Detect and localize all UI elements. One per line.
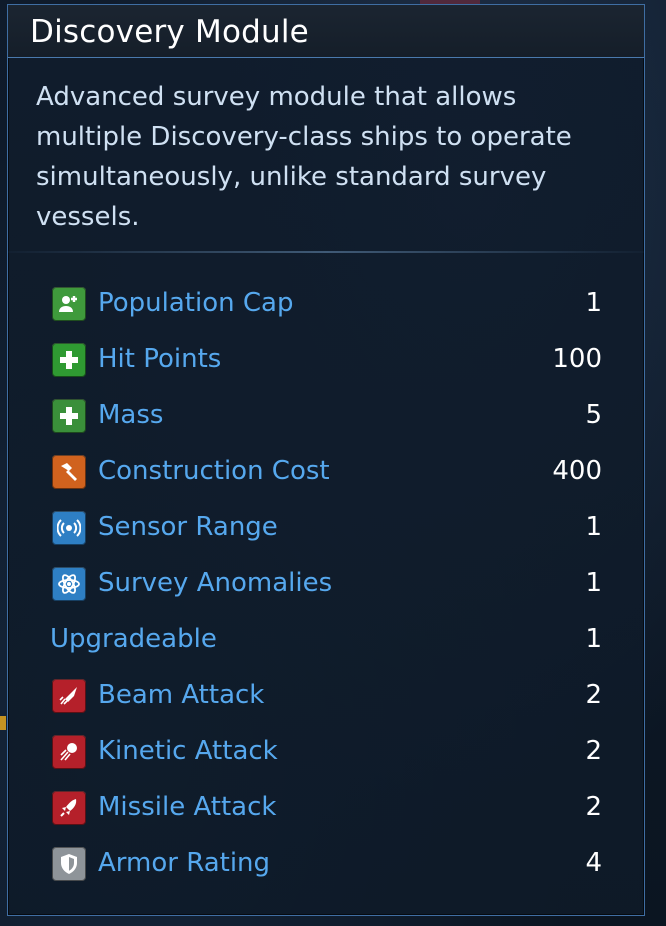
stat-label: Beam Attack [98,680,265,710]
tooltip-panel: Discovery Module Advanced survey module … [7,4,645,916]
tooltip-description: Advanced survey module that allows multi… [36,82,572,232]
stat-value: 2 [585,680,602,710]
stat-label: Survey Anomalies [98,568,333,598]
stat-label: Construction Cost [98,456,330,486]
stat-value: 5 [585,400,602,430]
stat-value: 100 [552,344,602,374]
stat-row-kinetic-attack: Kinetic Attack 2 [8,721,644,777]
stat-label: Armor Rating [98,848,271,878]
missile-rocket-icon [52,791,86,825]
hammer-icon [52,455,86,489]
kinetic-ball-icon [52,735,86,769]
stat-value: 1 [585,624,602,654]
stat-row-beam-attack: Beam Attack 2 [8,665,644,721]
stat-row-hit-points: Hit Points 100 [8,329,644,385]
stat-row-missile-attack: Missile Attack 2 [8,777,644,833]
health-cross-icon [52,343,86,377]
stat-value: 400 [552,456,602,486]
stat-label: Population Cap [98,288,294,318]
stat-value: 1 [585,512,602,542]
shield-icon [52,847,86,881]
stat-label: Missile Attack [98,792,277,822]
stat-label: Upgradeable [50,624,217,654]
stat-row-mass: Mass 5 [8,385,644,441]
stat-row-sensor-range: Sensor Range 1 [8,497,644,553]
tooltip-title: Discovery Module [30,14,309,50]
sensor-signal-icon [52,511,86,545]
tooltip-title-bar: Discovery Module [8,5,644,58]
stat-value: 2 [585,792,602,822]
stat-row-survey-anomalies: Survey Anomalies 1 [8,553,644,609]
background-marker [0,716,6,730]
health-cross-icon [52,399,86,433]
stat-value: 1 [585,568,602,598]
stat-value: 4 [585,848,602,878]
stat-value: 2 [585,736,602,766]
stat-label: Kinetic Attack [98,736,278,766]
stat-row-construction-cost: Construction Cost 400 [8,441,644,497]
stat-row-upgradeable: Upgradeable 1 [8,609,644,665]
stat-label: Mass [98,400,164,430]
population-plus-icon [52,287,86,321]
stat-value: 1 [585,288,602,318]
stat-row-armor-rating: Armor Rating 4 [8,833,644,889]
stat-label: Hit Points [98,344,222,374]
stat-label: Sensor Range [98,512,278,542]
section-divider [8,251,644,253]
beam-rocket-icon [52,679,86,713]
stat-row-population-cap: Population Cap 1 [8,273,644,329]
atom-icon [52,567,86,601]
